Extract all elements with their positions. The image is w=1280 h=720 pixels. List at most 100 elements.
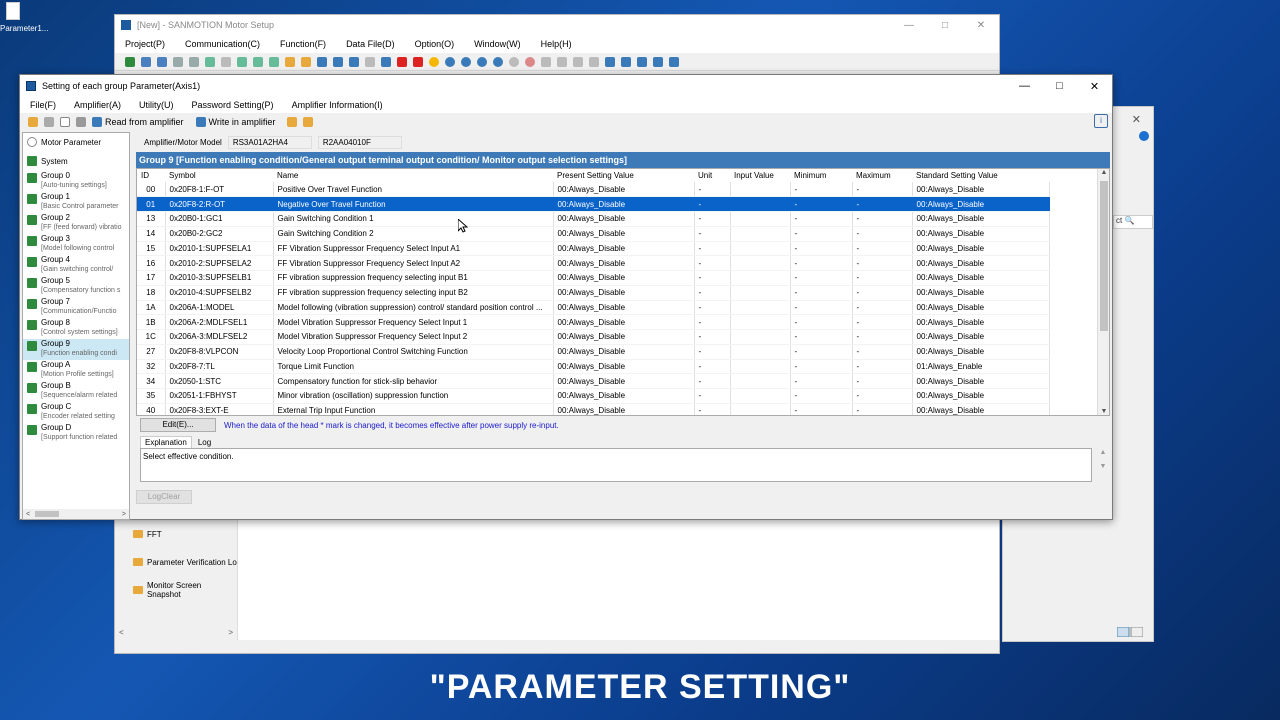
help-icon[interactable] bbox=[669, 56, 679, 67]
tree-item-group[interactable]: Group D [Support function related bbox=[23, 423, 129, 444]
tree-item-group[interactable]: Group 9 [Function enabling condi bbox=[23, 339, 129, 360]
scroll-down-icon[interactable]: ▼ bbox=[1098, 408, 1109, 415]
table-vertical-scrollbar[interactable]: ▲ ▼ bbox=[1097, 169, 1109, 415]
alarm-icon[interactable] bbox=[413, 56, 423, 67]
tree-item-system[interactable]: System bbox=[23, 151, 129, 171]
cell-input-value[interactable] bbox=[730, 314, 791, 330]
close-icon[interactable]: ✕ bbox=[1132, 113, 1141, 126]
close-icon[interactable]: ✕ bbox=[963, 20, 999, 31]
logclear-button[interactable]: LogClear bbox=[136, 490, 192, 504]
maximize-icon[interactable]: □ bbox=[927, 20, 963, 31]
tab-log[interactable]: Log bbox=[194, 437, 215, 448]
table-row[interactable]: 1C 0x206A-3:MDLFSEL2 Model Vibration Suppr… bbox=[137, 329, 1050, 345]
toolbar-icon[interactable] bbox=[509, 56, 519, 67]
cell-input-value[interactable] bbox=[730, 182, 791, 198]
toolbar-icon[interactable] bbox=[637, 56, 647, 67]
scroll-left-icon[interactable]: < bbox=[26, 511, 30, 518]
toolbar-icon[interactable] bbox=[205, 56, 215, 67]
menu-project[interactable]: Project(P) bbox=[125, 39, 165, 49]
maximize-icon[interactable]: □ bbox=[1042, 80, 1077, 92]
cell-input-value[interactable] bbox=[730, 403, 791, 415]
info-icon[interactable]: i bbox=[1094, 114, 1108, 128]
toolbar-icon[interactable] bbox=[125, 56, 135, 67]
tree-item-group[interactable]: Group 0 [Auto-tuning settings] bbox=[23, 171, 129, 192]
toolbar-icon[interactable] bbox=[333, 56, 343, 67]
cell-input-value[interactable] bbox=[730, 241, 791, 257]
cell-input-value[interactable] bbox=[730, 359, 791, 375]
table-row[interactable]: 32 0x20F8-7:TL Torque Limit Function 00:Alw… bbox=[137, 359, 1050, 375]
toolbar-icon[interactable] bbox=[365, 56, 375, 67]
tree-item-group[interactable]: Group C [Encoder related setting bbox=[23, 402, 129, 423]
save-icon[interactable] bbox=[44, 117, 54, 127]
menu-amplifier-information[interactable]: Amplifier Information(I) bbox=[292, 100, 383, 110]
read-from-amplifier-button[interactable]: Read from amplifier bbox=[92, 117, 184, 127]
table-row[interactable]: 34 0x2050-1:STC Compensatory function for … bbox=[137, 373, 1050, 389]
sidebar-item-monitor-snapshot[interactable]: Monitor Screen Snapshot bbox=[115, 576, 237, 604]
tree-item-group[interactable]: Group A [Motion Profile settings] bbox=[23, 360, 129, 381]
tree-item-group[interactable]: Group B [Sequence/alarm related bbox=[23, 381, 129, 402]
cell-input-value[interactable] bbox=[730, 211, 791, 227]
scroll-left-icon[interactable]: < bbox=[119, 628, 124, 640]
tab-explanation[interactable]: Explanation bbox=[140, 436, 192, 448]
menu-amplifier[interactable]: Amplifier(A) bbox=[74, 100, 121, 110]
sidebar-item-parameter-verification[interactable]: Parameter Verification Lo bbox=[115, 548, 237, 576]
toolbar-icon[interactable] bbox=[541, 56, 551, 67]
toolbar-icon[interactable] bbox=[269, 56, 279, 67]
cell-input-value[interactable] bbox=[730, 300, 791, 316]
toolbar-icon[interactable] bbox=[237, 56, 247, 67]
toolbar-icon[interactable] bbox=[653, 56, 663, 67]
table-row[interactable]: 01 0x20F8-2:R-OT Negative Over Travel Func… bbox=[137, 196, 1050, 212]
alarm-icon[interactable] bbox=[397, 56, 407, 67]
explanation-scrollbar[interactable]: ▲ ▼ bbox=[1097, 449, 1109, 483]
cell-input-value[interactable] bbox=[730, 196, 791, 212]
scroll-thumb[interactable] bbox=[35, 511, 59, 517]
table-row[interactable]: 40 0x20F8-3:EXT-E External Trip Input Func… bbox=[137, 403, 1050, 415]
menu-data-file[interactable]: Data File(D) bbox=[346, 39, 395, 49]
edit-button[interactable]: Edit(E)... bbox=[140, 418, 216, 432]
menu-utility[interactable]: Utility(U) bbox=[139, 100, 174, 110]
table-row[interactable]: 15 0x2010-1:SUPFSELA1 FF Vibration Suppres… bbox=[137, 241, 1050, 257]
toolbar-icon[interactable] bbox=[317, 56, 327, 67]
tree-item-group[interactable]: Group 2 [FF (feed forward) vibratio bbox=[23, 213, 129, 234]
tree-item-group[interactable]: Group 1 [Basic Control parameter bbox=[23, 192, 129, 213]
tree-item-group[interactable]: Group 8 [Control system settings] bbox=[23, 318, 129, 339]
toolbar-icon[interactable] bbox=[301, 56, 311, 67]
menu-file[interactable]: File(F) bbox=[30, 100, 56, 110]
cell-input-value[interactable] bbox=[730, 388, 791, 404]
menu-help[interactable]: Help(H) bbox=[541, 39, 572, 49]
toolbar-icon[interactable] bbox=[141, 56, 151, 67]
cell-input-value[interactable] bbox=[730, 255, 791, 271]
cell-input-value[interactable] bbox=[730, 344, 791, 360]
horizontal-scrollbar[interactable]: < > bbox=[115, 628, 237, 640]
toolbar-icon[interactable] bbox=[303, 117, 314, 127]
toolbar-icon[interactable] bbox=[621, 56, 631, 67]
globe-icon[interactable] bbox=[445, 56, 455, 67]
tree-item-group[interactable]: Group 7 [Communication/Functio bbox=[23, 297, 129, 318]
toolbar-icon[interactable] bbox=[253, 56, 263, 67]
write-in-amplifier-button[interactable]: Write in amplifier bbox=[195, 117, 275, 127]
toolbar-icon[interactable] bbox=[589, 56, 599, 67]
print-icon[interactable] bbox=[76, 117, 86, 127]
toolbar-icon[interactable] bbox=[605, 56, 615, 67]
toolbar-icon[interactable] bbox=[157, 56, 167, 67]
cell-input-value[interactable] bbox=[730, 226, 791, 242]
col-present-value[interactable]: Present Setting Value bbox=[553, 169, 694, 182]
table-row[interactable]: 13 0x20B0-1:GC1 Gain Switching Condition 1… bbox=[137, 211, 1050, 227]
scroll-right-icon[interactable]: > bbox=[228, 628, 233, 640]
toolbar-icon[interactable] bbox=[493, 56, 503, 67]
tree-horizontal-scrollbar[interactable]: < > bbox=[23, 509, 129, 519]
toolbar-icon[interactable] bbox=[557, 56, 567, 67]
toolbar-icon[interactable] bbox=[287, 117, 298, 127]
menu-function[interactable]: Function(F) bbox=[280, 39, 326, 49]
table-row[interactable]: 1A 0x206A-1:MODEL Model following (vibrati… bbox=[137, 300, 1050, 316]
toolbar-icon[interactable] bbox=[381, 56, 391, 67]
scroll-up-icon[interactable]: ▲ bbox=[1098, 169, 1109, 176]
table-row[interactable]: 1B 0x206A-2:MDLFSEL1 Model Vibration Suppr… bbox=[137, 314, 1050, 330]
menu-option[interactable]: Option(O) bbox=[415, 39, 455, 49]
col-symbol[interactable]: Symbol bbox=[165, 169, 273, 182]
col-name[interactable]: Name bbox=[273, 169, 553, 182]
col-input-value[interactable]: Input Value bbox=[730, 169, 790, 182]
tree-root-motor-parameter[interactable]: Motor Parameter bbox=[23, 133, 129, 151]
help-icon[interactable] bbox=[1139, 131, 1149, 141]
open-folder-icon[interactable] bbox=[28, 117, 38, 127]
